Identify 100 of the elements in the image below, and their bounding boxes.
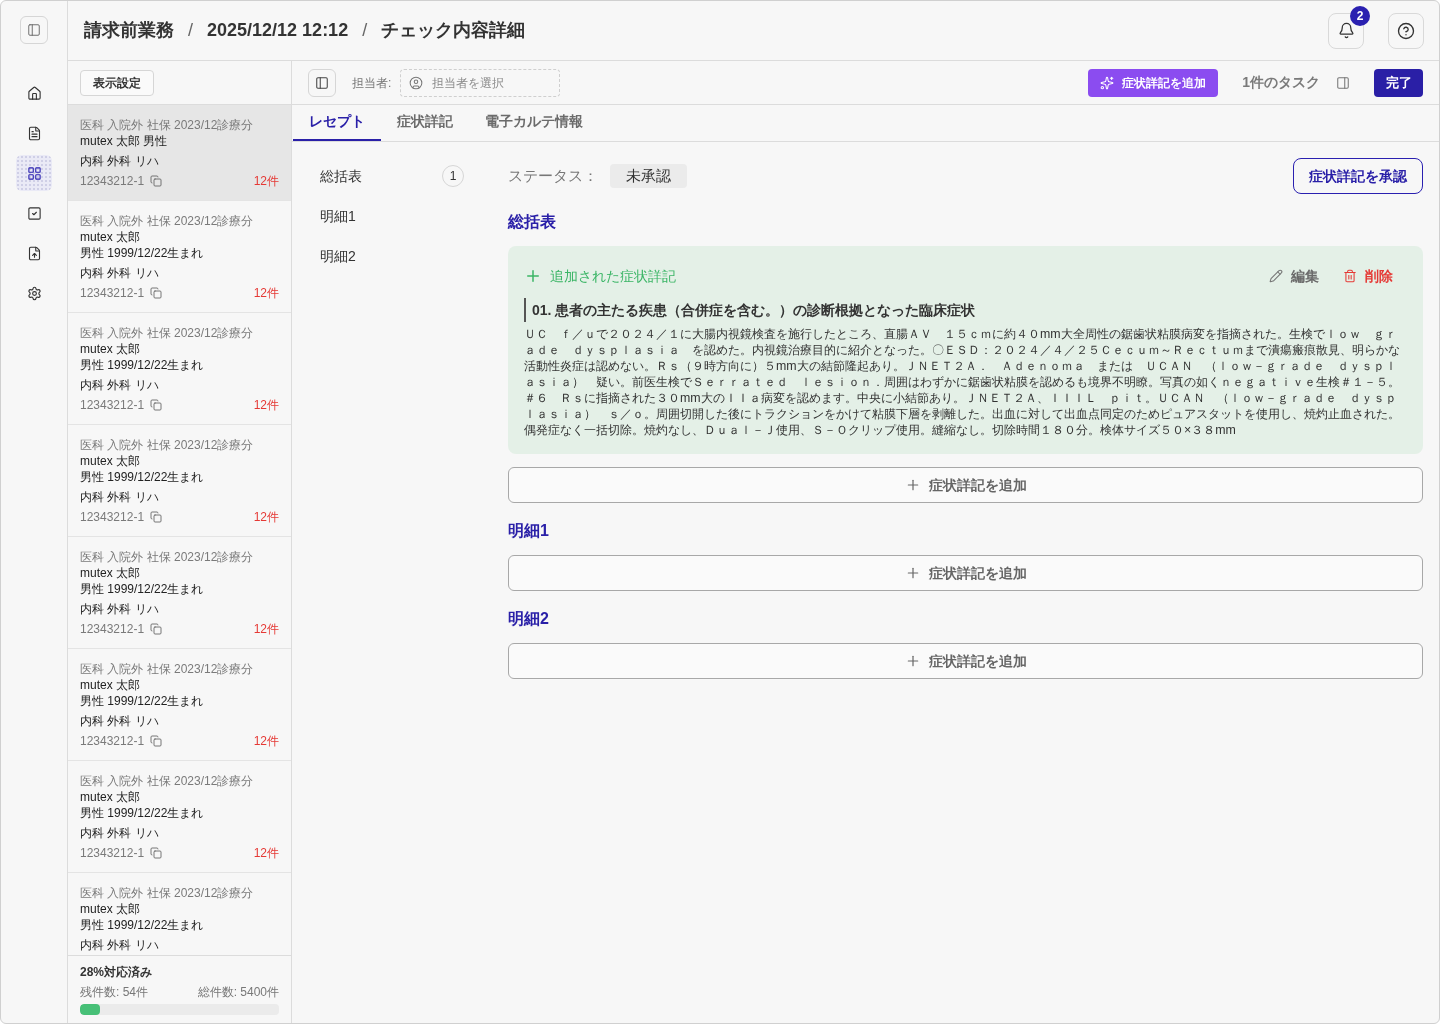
- total-count: 総件数: 5400件: [197, 984, 279, 1000]
- add-symptom-button[interactable]: 症状詳記を追加: [508, 643, 1423, 679]
- notification-badge: 2: [1350, 5, 1370, 26]
- bell-icon: [1337, 22, 1355, 39]
- approve-button[interactable]: 症状詳記を承認: [1293, 158, 1423, 194]
- checkbox-icon: [26, 205, 42, 221]
- item-count: 12件: [253, 397, 279, 413]
- item-count: 12件: [253, 173, 279, 189]
- help-button[interactable]: [1388, 12, 1424, 49]
- remaining-count: 残件数: 54件: [80, 984, 148, 1000]
- subnav-item[interactable]: 明細2: [308, 236, 464, 276]
- document-icon: [26, 125, 42, 141]
- subnav-item[interactable]: 総括表 1: [308, 156, 464, 196]
- assignee-label: 担当者:: [352, 74, 392, 92]
- breadcrumb-item[interactable]: チェック内容詳細: [381, 17, 526, 44]
- assignee-field[interactable]: 担当者を選択: [400, 68, 561, 97]
- nav-button[interactable]: [16, 155, 52, 191]
- settings-icon: [26, 285, 42, 301]
- copy-icon[interactable]: [150, 623, 163, 635]
- section-heading: 明細2: [508, 609, 550, 629]
- patient-name: mutex 太郎: [80, 453, 141, 469]
- record-id: 12343212-1: [80, 173, 145, 189]
- category-text: 医科 入院外 社保 2023/12診療分: [80, 437, 255, 453]
- category-text: 医科 入院外 社保 2023/12診療分: [80, 117, 255, 133]
- record-id: 12343212-1: [80, 509, 145, 525]
- category-text: 医科 入院外 社保 2023/12診療分: [80, 661, 255, 677]
- department-text: 内科 外科 リハ: [80, 153, 160, 169]
- item-count: 12件: [253, 285, 279, 301]
- patient-details: 男性 1999/12/22生まれ: [80, 805, 205, 821]
- added-status-text: 追加された症状詳記: [550, 266, 676, 286]
- status-chip: 未承認: [610, 164, 687, 188]
- category-text: 医科 入院外 社保 2023/12診療分: [80, 773, 255, 789]
- category-text: 医科 入院外 社保 2023/12診療分: [80, 549, 255, 565]
- department-text: 内科 外科 リハ: [80, 937, 160, 953]
- item-count: 12件: [253, 509, 279, 525]
- department-text: 内科 外科 リハ: [80, 265, 160, 281]
- file-upload-icon: [26, 245, 42, 261]
- copy-icon[interactable]: [150, 175, 163, 187]
- symptom-description: ＵＣ ｆ／ｕで２０２４／１に大腸内視鏡検査を施行したところ、直腸ＡＶ １５ｃｍに約４０mm大全周性の鋸歯状粘膜病変を指摘された。生検でｌｏｗ ｇｒａｄｅ ｄｙｓｐｌａｓｉａ を認めた。内視鏡治療目的に紹介となった。〇ＥＳＤ：２０２４／４／２５Ｃｅｃｕｍ～Ｒｅｃｔｕｍまで潰瘍瘢痕散見、明らかな活動性炎症は認めない。Ｒｓ（９時方向に）５mm大の結節隆起あり。ＪＮＥＴ２Ａ． Ａｄｅｎｏｍａ または ＵＣＡＮ （ｌｏｗ－ｇｒａｄｅ ｄｙｓｐｌａｓｉａ） 疑い。前医生検でＳｅｒｒａｔｅｄ ｌｅｓｉｏｎ．周囲はわずかに鋸歯状粘膜を認めるも境界不明瞭。写真の如くｎｅｇａｔｉｖｅ生検＃１－５。＃６ Ｒｓに指摘された３０mm大のＩＩａ病変を認めます。中央に小結節あり。ＪＮＥＴ２Ａ、ＩＩＩＬ ｐｉｔ。ＵＣＡＮ （ｌｏｗ－ｇｒａｄｅ ｄｙｓｐｌａｓｉａ） ｓ／ｏ。周囲切開した後にトラクションをかけて粘膜下層を剥離した。出血に対して出血点同定のためピュアスタットを使用し、焼灼止血された。偶発症なく一括切除。焼灼なし、Ｄｕａｌ－Ｊ使用、Ｓ－Ｏクリップ使用。縫縮なし。切除時間１８０分。検体サイズ５０×３８mm: [524, 326, 1401, 438]
- delete-button[interactable]: 削除: [1331, 262, 1405, 290]
- tab[interactable]: 電子カルテ情報: [469, 104, 599, 141]
- department-text: 内科 外科 リハ: [80, 825, 160, 841]
- category-text: 医科 入院外 社保 2023/12診療分: [80, 325, 255, 341]
- add-symptom-button[interactable]: 症状詳記を追加: [508, 555, 1423, 591]
- breadcrumb-separator: /: [188, 19, 193, 42]
- patient-name: mutex 太郎: [80, 901, 141, 917]
- patient-details: 男性 1999/12/22生まれ: [80, 245, 205, 261]
- section-heading: 総括表: [508, 212, 557, 232]
- section-heading: 明細1: [508, 521, 550, 541]
- breadcrumb-separator: /: [362, 19, 368, 42]
- help-icon: [1397, 21, 1415, 40]
- patient-name: mutex 太郎: [80, 229, 141, 245]
- copy-icon[interactable]: [150, 287, 163, 299]
- patient-name: mutex 太郎: [80, 789, 141, 805]
- item-count: 12件: [253, 733, 279, 749]
- department-text: 内科 外科 リハ: [80, 713, 160, 729]
- tab[interactable]: 症状詳記: [381, 104, 469, 141]
- panel-toggle-button[interactable]: [308, 68, 336, 97]
- display-settings-button[interactable]: 表示設定: [80, 69, 154, 96]
- copy-icon[interactable]: [150, 735, 163, 747]
- item-count: 12件: [253, 845, 279, 861]
- record-id: 12343212-1: [80, 397, 145, 413]
- patient-details: 男性 1999/12/22生まれ: [80, 581, 205, 597]
- edit-button[interactable]: 編集: [1257, 262, 1331, 290]
- patient-details: 男性 1999/12/22生まれ: [80, 693, 205, 709]
- patient-details: 男性 1999/12/22生まれ: [80, 469, 205, 485]
- copy-icon[interactable]: [150, 847, 163, 859]
- record-id: 12343212-1: [80, 845, 145, 861]
- tab[interactable]: レセプト: [293, 104, 381, 141]
- record-id: 12343212-1: [80, 733, 145, 749]
- sparkles-icon: [1100, 75, 1115, 90]
- pencil-icon: [1269, 269, 1283, 283]
- copy-icon[interactable]: [150, 399, 163, 411]
- panel-toggle-icon: [315, 75, 329, 90]
- category-text: 医科 入院外 社保 2023/12診療分: [80, 885, 255, 901]
- trash-icon: [1343, 269, 1357, 283]
- user-icon: [409, 75, 424, 90]
- subnav-item[interactable]: 明細1: [308, 196, 464, 236]
- sidebar-toggle-button[interactable]: [20, 16, 48, 44]
- patient-name: mutex 太郎: [80, 341, 141, 357]
- copy-icon[interactable]: [150, 511, 163, 523]
- patient-name: mutex 太郎: [80, 565, 141, 581]
- department-text: 内科 外科 リハ: [80, 601, 160, 617]
- breadcrumb-item[interactable]: 請求前業務: [84, 17, 174, 44]
- category-text: 医科 入院外 社保 2023/12診療分: [80, 213, 255, 229]
- patient-list-item[interactable]: 医科 入院外 社保 2023/12診療分 mutex 太郎 男性 内科 外科 リハ 12343212-1 12件: [68, 105, 291, 201]
- add-symptom-button[interactable]: 症状詳記を追加: [508, 467, 1423, 503]
- patient-details: 男性 1999/12/22生まれ: [80, 917, 205, 933]
- record-id: 12343212-1: [80, 285, 145, 301]
- record-id: 12343212-1: [80, 621, 145, 637]
- grid-icon: [26, 165, 42, 181]
- sidebar-toggle-icon: [27, 23, 41, 37]
- status-label: ステータス：: [508, 165, 598, 186]
- plus-icon: [524, 267, 542, 285]
- done-button[interactable]: 完了: [1374, 68, 1423, 97]
- tasks-button[interactable]: 1件のタスク: [1242, 72, 1350, 93]
- ai-add-button[interactable]: 症状詳記を追加: [1088, 68, 1219, 97]
- patient-name: mutex 太郎: [80, 677, 141, 693]
- patient-name: mutex 太郎 男性: [80, 133, 169, 149]
- breadcrumb-item[interactable]: 2025/12/12 12:12: [207, 17, 349, 44]
